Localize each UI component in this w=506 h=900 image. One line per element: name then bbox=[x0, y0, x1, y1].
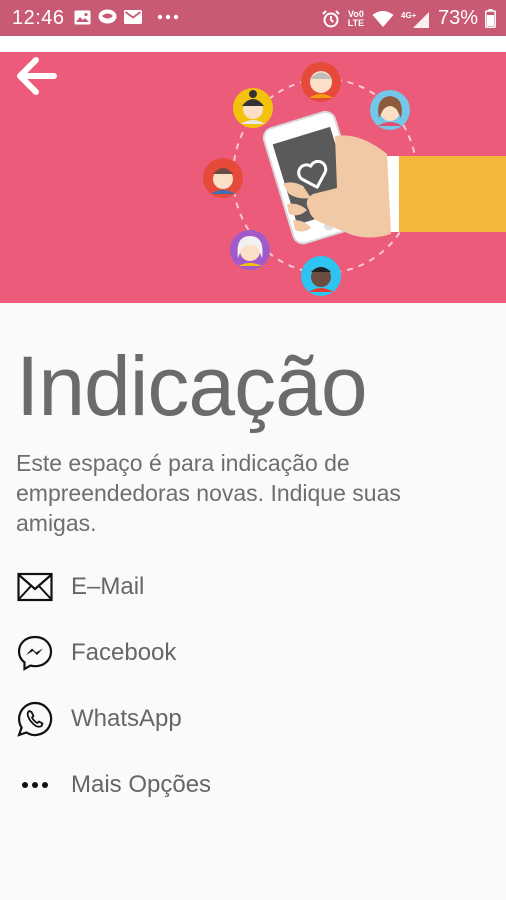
messenger-icon bbox=[14, 632, 56, 674]
share-option-label: E–Mail bbox=[71, 573, 145, 600]
share-option-label: Mais Opções bbox=[71, 771, 212, 798]
volte-icon: Vo0 LTE bbox=[347, 8, 365, 28]
share-option-label: WhatsApp bbox=[71, 705, 182, 732]
phone-with-heart-and-contacts-illustration bbox=[203, 62, 506, 296]
alarm-icon bbox=[322, 9, 340, 27]
system-status-icons: Vo0 LTE 4G+ 73% bbox=[322, 7, 496, 30]
share-option-more[interactable]: Mais Opções bbox=[14, 758, 484, 812]
share-option-whatsapp[interactable]: WhatsApp bbox=[14, 692, 484, 746]
toolbar-strip bbox=[0, 36, 506, 52]
chat-bubble-icon bbox=[98, 9, 117, 24]
email-icon bbox=[124, 10, 142, 24]
arrow-back-icon[interactable] bbox=[14, 54, 58, 98]
share-option-label: Facebook bbox=[71, 639, 177, 666]
wifi-icon bbox=[372, 10, 394, 27]
more-dots-icon bbox=[157, 14, 179, 20]
status-time: 12:46 bbox=[12, 7, 65, 29]
image-icon bbox=[74, 10, 91, 24]
whatsapp-icon bbox=[14, 698, 56, 740]
share-option-email[interactable]: E–Mail bbox=[14, 560, 484, 614]
svg-text:4G+: 4G+ bbox=[401, 11, 417, 20]
notification-icons bbox=[74, 9, 179, 25]
status-bar: 12:46 Vo0 LTE 4G+ 73% bbox=[0, 0, 506, 36]
battery-percentage: 73% bbox=[437, 7, 478, 29]
page-description: Este espaço é para indicação de empreend… bbox=[16, 450, 401, 536]
header-banner bbox=[0, 52, 506, 303]
share-option-facebook[interactable]: Facebook bbox=[14, 626, 484, 680]
battery-icon bbox=[485, 9, 496, 28]
4g-signal-icon: 4G+ bbox=[401, 11, 429, 28]
email-envelope-icon bbox=[14, 566, 56, 608]
more-options-icon bbox=[14, 764, 56, 806]
page-title: Indicação bbox=[16, 339, 368, 433]
